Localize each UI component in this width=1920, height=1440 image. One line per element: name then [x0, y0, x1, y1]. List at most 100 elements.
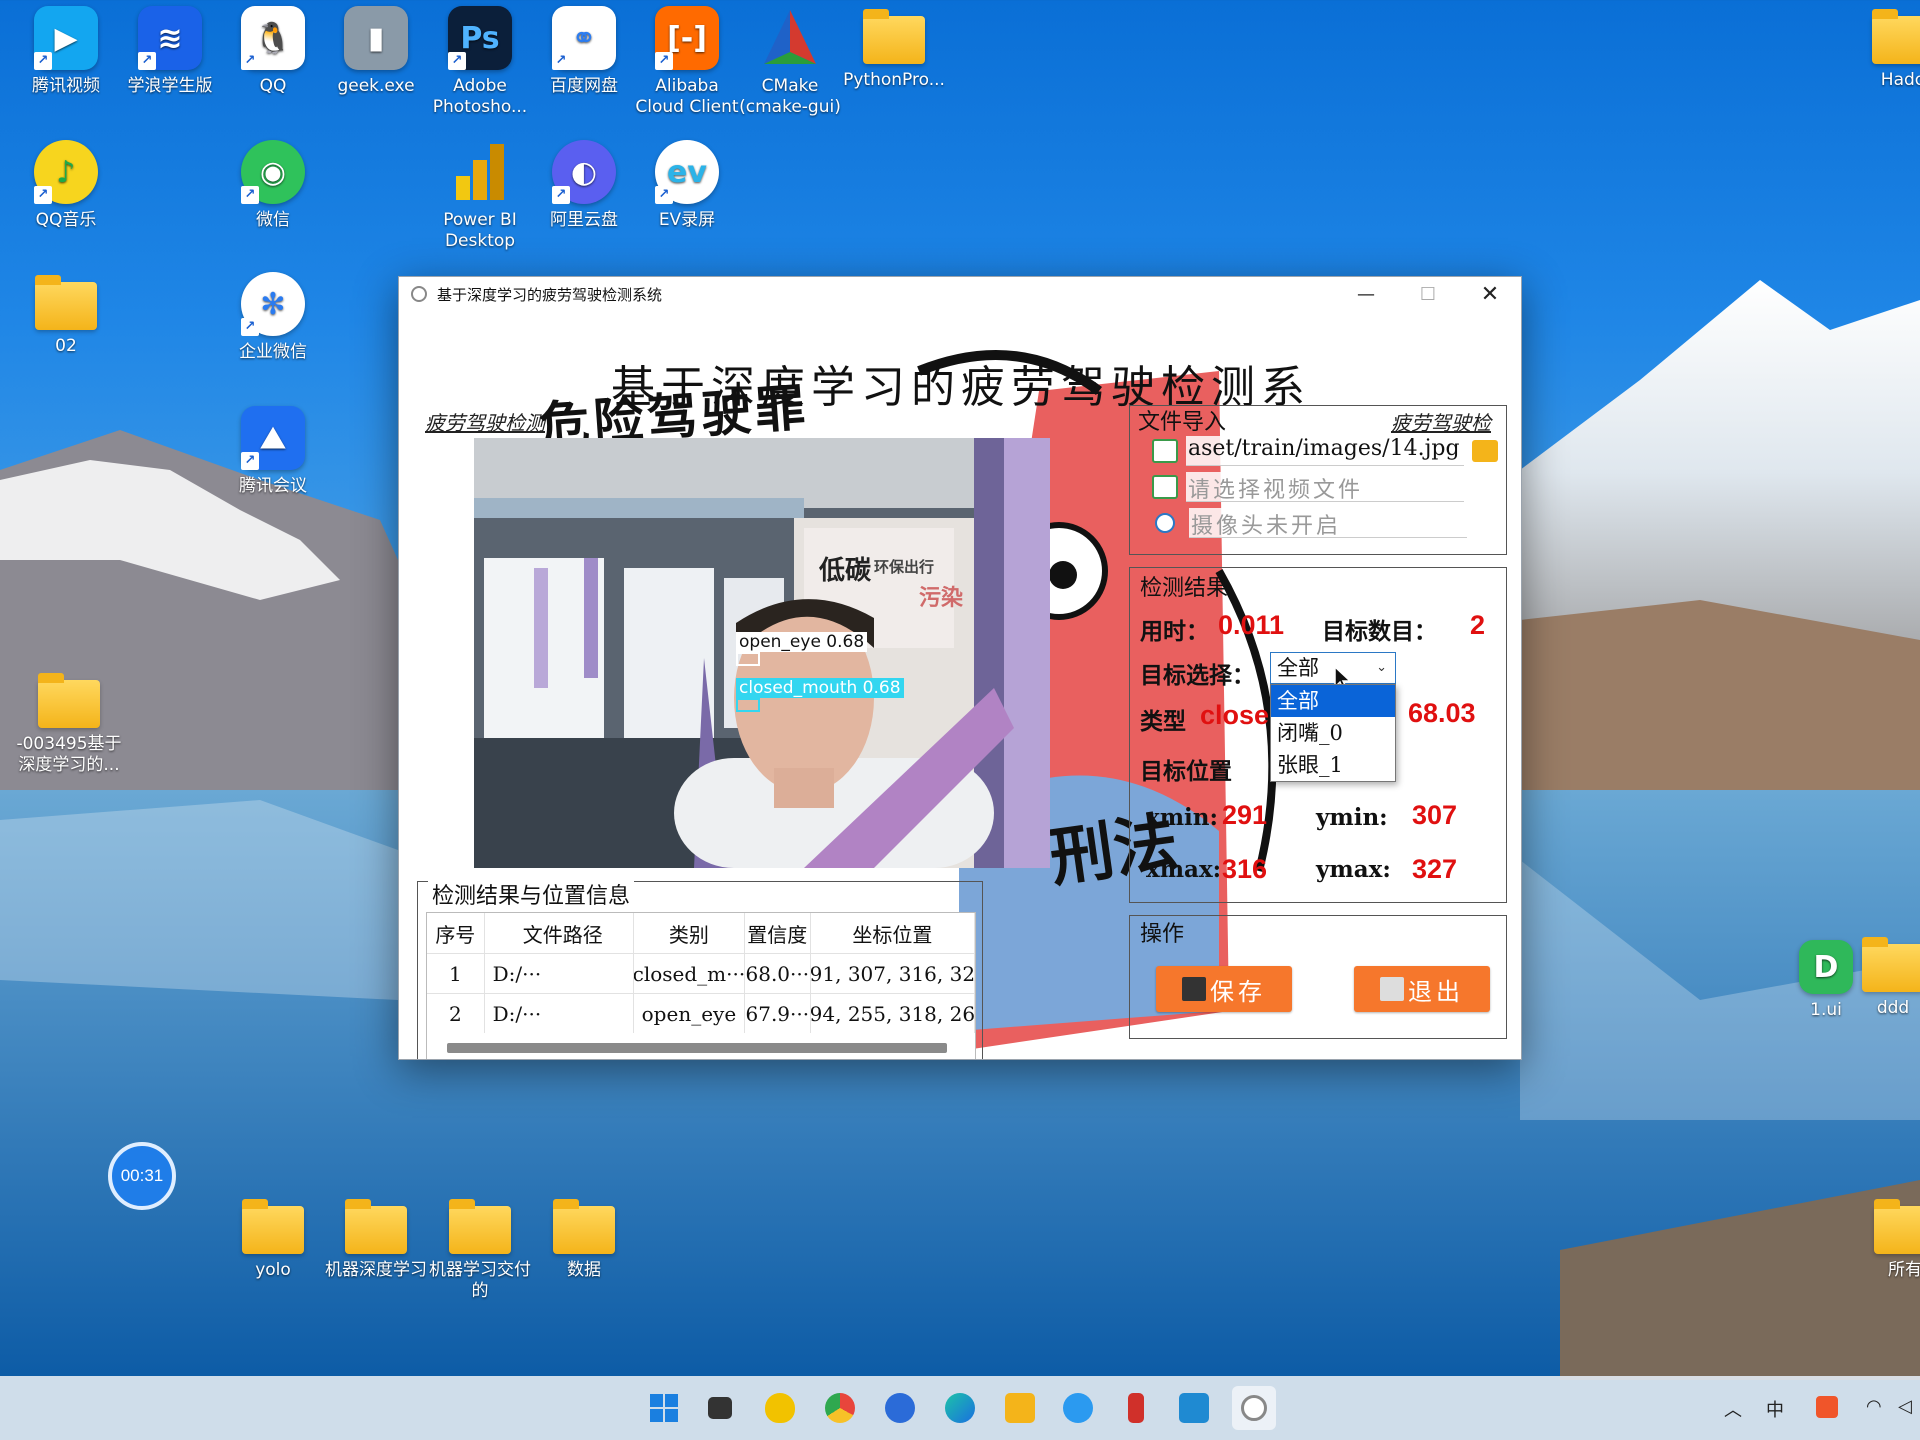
target-option-all[interactable]: 全部 [1271, 685, 1395, 717]
desktop-icon-data[interactable]: 数据 [532, 1196, 636, 1281]
desktop-icon-qq-music[interactable]: ♪ ↗ QQ音乐 [14, 140, 118, 231]
desktop-icon-wecom[interactable]: ✻ ↗ 企业微信 [221, 272, 325, 363]
folder-icon [553, 1199, 615, 1254]
desktop-icon-xuelang[interactable]: ≋ ↗ 学浪学生版 [118, 6, 222, 97]
xmin-label: xmin: [1146, 804, 1218, 831]
target-option-open-eye[interactable]: 张眼_1 [1271, 749, 1395, 781]
app-feather-icon [411, 286, 427, 302]
type-label: 类型 [1140, 708, 1186, 735]
confidence-value: 68.03 [1408, 698, 1476, 728]
type-value: close [1200, 700, 1270, 730]
wifi-icon[interactable]: ◠ [1866, 1396, 1882, 1417]
header-confidence[interactable]: 置信度 [745, 913, 811, 953]
target-select[interactable]: 全部 ⌄ [1270, 652, 1396, 684]
ymin-label: ymin: [1316, 804, 1388, 831]
feedback-icon[interactable] [1056, 1386, 1100, 1430]
header-coordinates[interactable]: 坐标位置 [811, 913, 975, 953]
folder-icon [242, 1199, 304, 1254]
file-import-title: 文件导入 [1138, 410, 1227, 435]
file-explorer-icon[interactable] [998, 1386, 1042, 1430]
vscode-icon[interactable] [1172, 1386, 1216, 1430]
image-icon [1152, 439, 1178, 463]
row-class: closed_m··· [634, 954, 745, 993]
image-path-field[interactable]: aset/train/images/14.jpg [1186, 436, 1464, 466]
desktop-icon-all[interactable]: 所有 [1874, 1196, 1920, 1281]
desktop-icon-project-folder[interactable]: -003495基于深度学习的... [14, 670, 124, 776]
tencent-meeting-icon: ⛰ ↗ [241, 406, 305, 470]
desktop-icon-cmake[interactable]: CMake (cmake-gui) [738, 6, 842, 118]
ime-indicator[interactable]: 中 [1766, 1396, 1784, 1422]
recording-timer[interactable]: 00:31 [108, 1142, 176, 1210]
header-index[interactable]: 序号 [427, 913, 485, 953]
sogou-icon[interactable] [1816, 1396, 1838, 1418]
maximize-button[interactable]: ☐ [1397, 277, 1459, 311]
cmake-icon [758, 6, 822, 70]
exit-button[interactable]: 退出 [1354, 966, 1490, 1012]
windows-start-icon[interactable] [642, 1386, 686, 1430]
desktop-icon-tencent-meeting[interactable]: ⛰ ↗ 腾讯会议 [221, 406, 325, 497]
chrome-icon[interactable] [818, 1386, 862, 1430]
desktop-icon-aliyun-drive[interactable]: ◐ ↗ 阿里云盘 [532, 140, 636, 231]
target-option-closed-mouth[interactable]: 闭嘴_0 [1271, 717, 1395, 749]
folder-icon [35, 275, 97, 330]
geek-icon: ▮ [344, 6, 408, 70]
detection-video-frame: 低碳 环保出行 污染 open_eye 0.68 closed_mouth 0.… [474, 438, 1050, 868]
designer-icon: D [1799, 940, 1853, 994]
row-filepath: D:/··· [485, 954, 634, 993]
horizontal-scrollbar[interactable] [447, 1043, 947, 1053]
security-shield-icon[interactable] [758, 1386, 802, 1430]
qq-icon: 🐧 ↗ [241, 6, 305, 70]
aliyun-drive-icon: ◐ ↗ [552, 140, 616, 204]
desktop-icon-hado[interactable]: Hado [1868, 6, 1920, 91]
row-index: 1 [427, 954, 485, 993]
desktop-icon-pythonpro[interactable]: PythonPro... [842, 6, 946, 91]
results-title: 检测结果与位置信息 [428, 878, 635, 910]
desktop-icon-photoshop[interactable]: Ps ↗ Adobe Photosho... [428, 6, 532, 118]
desktop-icon-folder-02[interactable]: 02 [14, 272, 118, 357]
sign-eco-travel: 环保出行 [874, 558, 935, 576]
task-view-icon[interactable] [698, 1386, 742, 1430]
desktop-icon-ev-recorder[interactable]: ev ↗ EV录屏 [635, 140, 739, 231]
tray-chevron-up-icon[interactable]: ︿ [1724, 1396, 1742, 1422]
table-row[interactable]: 1 D:/··· closed_m··· 68.0··· [291, 307, … [427, 953, 975, 993]
edge-icon[interactable] [938, 1386, 982, 1430]
desktop-icon-wechat[interactable]: ◉ ↗ 微信 [221, 140, 325, 231]
volume-icon[interactable]: ◁ [1898, 1396, 1912, 1417]
desktop-icon-baidu-netdisk[interactable]: ⚭ ↗ 百度网盘 [532, 6, 636, 97]
open-folder-icon[interactable] [1472, 440, 1498, 462]
xmin-value: 291 [1222, 800, 1268, 830]
save-disk-icon [1182, 977, 1206, 1001]
desktop-icon-geek[interactable]: ▮ geek.exe [324, 6, 428, 97]
header-class[interactable]: 类别 [634, 913, 745, 953]
powerbi-icon [448, 140, 512, 204]
desktop-icon-ml-deep[interactable]: 机器深度学习 [324, 1196, 428, 1281]
window-title: 基于深度学习的疲劳驾驶检测系统 [437, 285, 663, 304]
video-icon [1152, 475, 1178, 499]
desktop-icon-tencent-video[interactable]: ▶ ↗ 腾讯视频 [14, 6, 118, 97]
table-row[interactable]: 2 D:/··· open_eye 67.9··· [294, 255, 318… [427, 993, 975, 1033]
close-button[interactable]: ✕ [1459, 277, 1521, 311]
desktop-icon-powerbi[interactable]: Power BI Desktop [428, 140, 532, 252]
header-filepath[interactable]: 文件路径 [485, 913, 634, 953]
title-bar[interactable]: 基于深度学习的疲劳驾驶检测系统 — ☐ ✕ [399, 277, 1521, 311]
desktop-icon-qq[interactable]: 🐧 ↗ QQ [221, 6, 325, 97]
video-path-field[interactable]: 请选择视频文件 [1186, 472, 1464, 502]
desktop-icon-ml-delivery[interactable]: 机器学习交付的 [428, 1196, 532, 1302]
cortana-icon[interactable] [878, 1386, 922, 1430]
app-feather-icon[interactable] [1232, 1386, 1276, 1430]
sign-pollution: 污染 [919, 586, 964, 611]
minimize-button[interactable]: — [1335, 277, 1397, 311]
table-header: 序号 文件路径 类别 置信度 坐标位置 [427, 913, 975, 953]
recorder-icon[interactable] [1114, 1386, 1158, 1430]
operation-title: 操作 [1140, 922, 1185, 947]
save-button[interactable]: 保存 [1156, 966, 1292, 1012]
app-window: 基于深度学习的疲劳驾驶检测系统 — ☐ ✕ 基于深度学习的疲劳驾驶检测系 疲劳驾… [398, 276, 1522, 1060]
desktop-icon-ddd[interactable]: ddd [1858, 934, 1920, 1019]
camera-status-field[interactable]: 摄像头未开启 [1189, 508, 1467, 538]
results-table: 序号 文件路径 类别 置信度 坐标位置 1 D:/··· closed_m···… [426, 912, 976, 1059]
desktop-icon-alibaba-cloud[interactable]: [-] ↗ Alibaba Cloud Client [635, 6, 739, 118]
camera-row: 摄像头未开启 [1152, 508, 1467, 538]
row-confidence: 68.0··· [745, 954, 811, 993]
desktop-icon-yolo[interactable]: yolo [221, 1196, 325, 1281]
row-class: open_eye [634, 994, 745, 1033]
